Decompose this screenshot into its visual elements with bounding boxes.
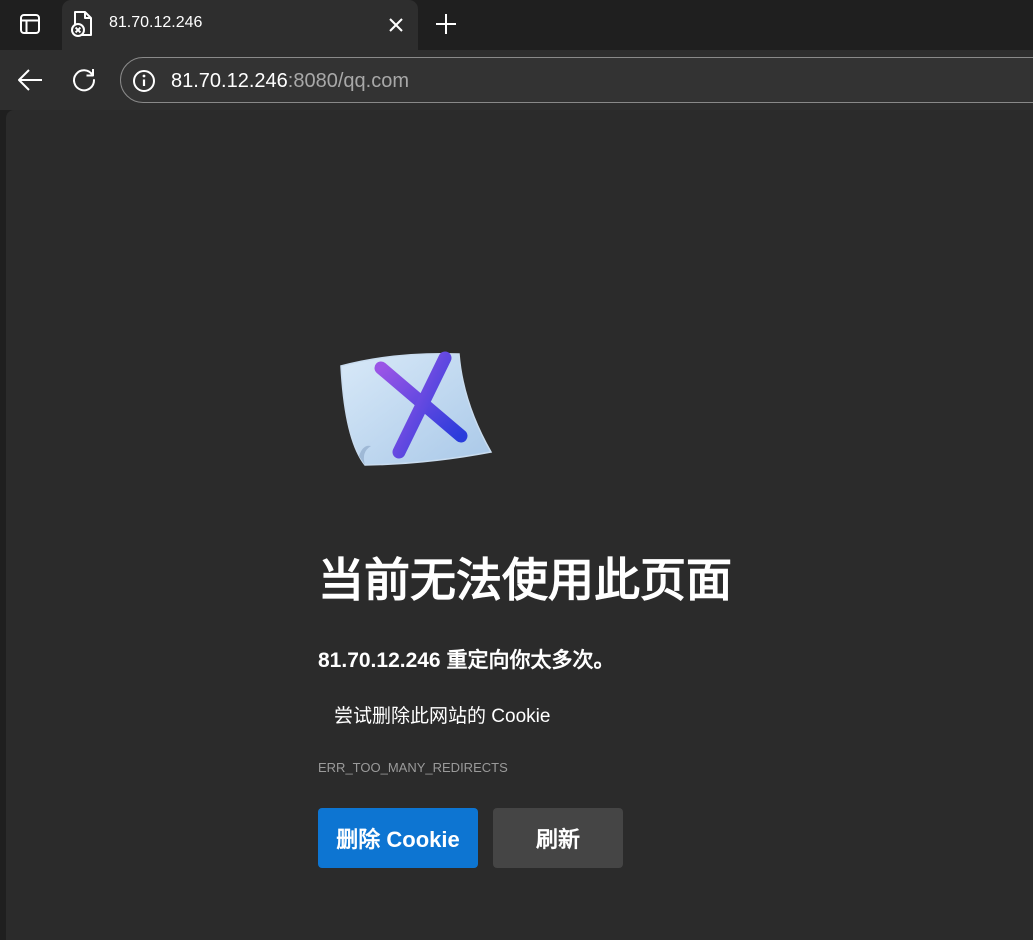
- site-info-button[interactable]: [131, 68, 157, 94]
- refresh-page-button[interactable]: 刷新: [493, 808, 623, 868]
- tab-actions-button[interactable]: [8, 5, 52, 43]
- tab-active[interactable]: 81.70.12.246: [62, 0, 418, 50]
- tab-actions-icon: [20, 14, 40, 34]
- refresh-button[interactable]: [66, 62, 102, 98]
- page-title: 当前无法使用此页面: [318, 554, 732, 606]
- close-icon: [389, 18, 403, 32]
- url-text[interactable]: 81.70.12.246:8080/qq.com: [171, 70, 409, 93]
- tab-title: 81.70.12.246: [109, 14, 203, 31]
- close-tab-button[interactable]: [382, 11, 410, 39]
- error-code: ERR_TOO_MANY_REDIRECTS: [318, 760, 508, 775]
- url-path: :8080/qq.com: [287, 70, 409, 92]
- info-icon: [133, 70, 155, 92]
- error-page: 当前无法使用此页面 81.70.12.246 重定向你太多次。 尝试删除此网站的…: [6, 110, 1033, 940]
- suggestion-text: 尝试删除此网站的 Cookie: [334, 706, 551, 727]
- new-tab-button[interactable]: [429, 9, 463, 39]
- page-error-icon: [71, 11, 92, 37]
- refresh-icon: [73, 69, 96, 92]
- toolbar: 81.70.12.246:8080/qq.com: [0, 50, 1033, 110]
- address-bar[interactable]: 81.70.12.246:8080/qq.com: [120, 57, 1033, 103]
- back-button[interactable]: [12, 62, 48, 98]
- error-description: 81.70.12.246 重定向你太多次。: [318, 649, 615, 672]
- error-document-x-icon: [340, 351, 493, 466]
- url-host: 81.70.12.246: [171, 70, 288, 92]
- delete-cookie-button[interactable]: 删除 Cookie: [318, 808, 478, 868]
- arrow-left-icon: [18, 69, 42, 91]
- plus-icon: [436, 14, 456, 34]
- tab-strip: 81.70.12.246: [0, 0, 1033, 50]
